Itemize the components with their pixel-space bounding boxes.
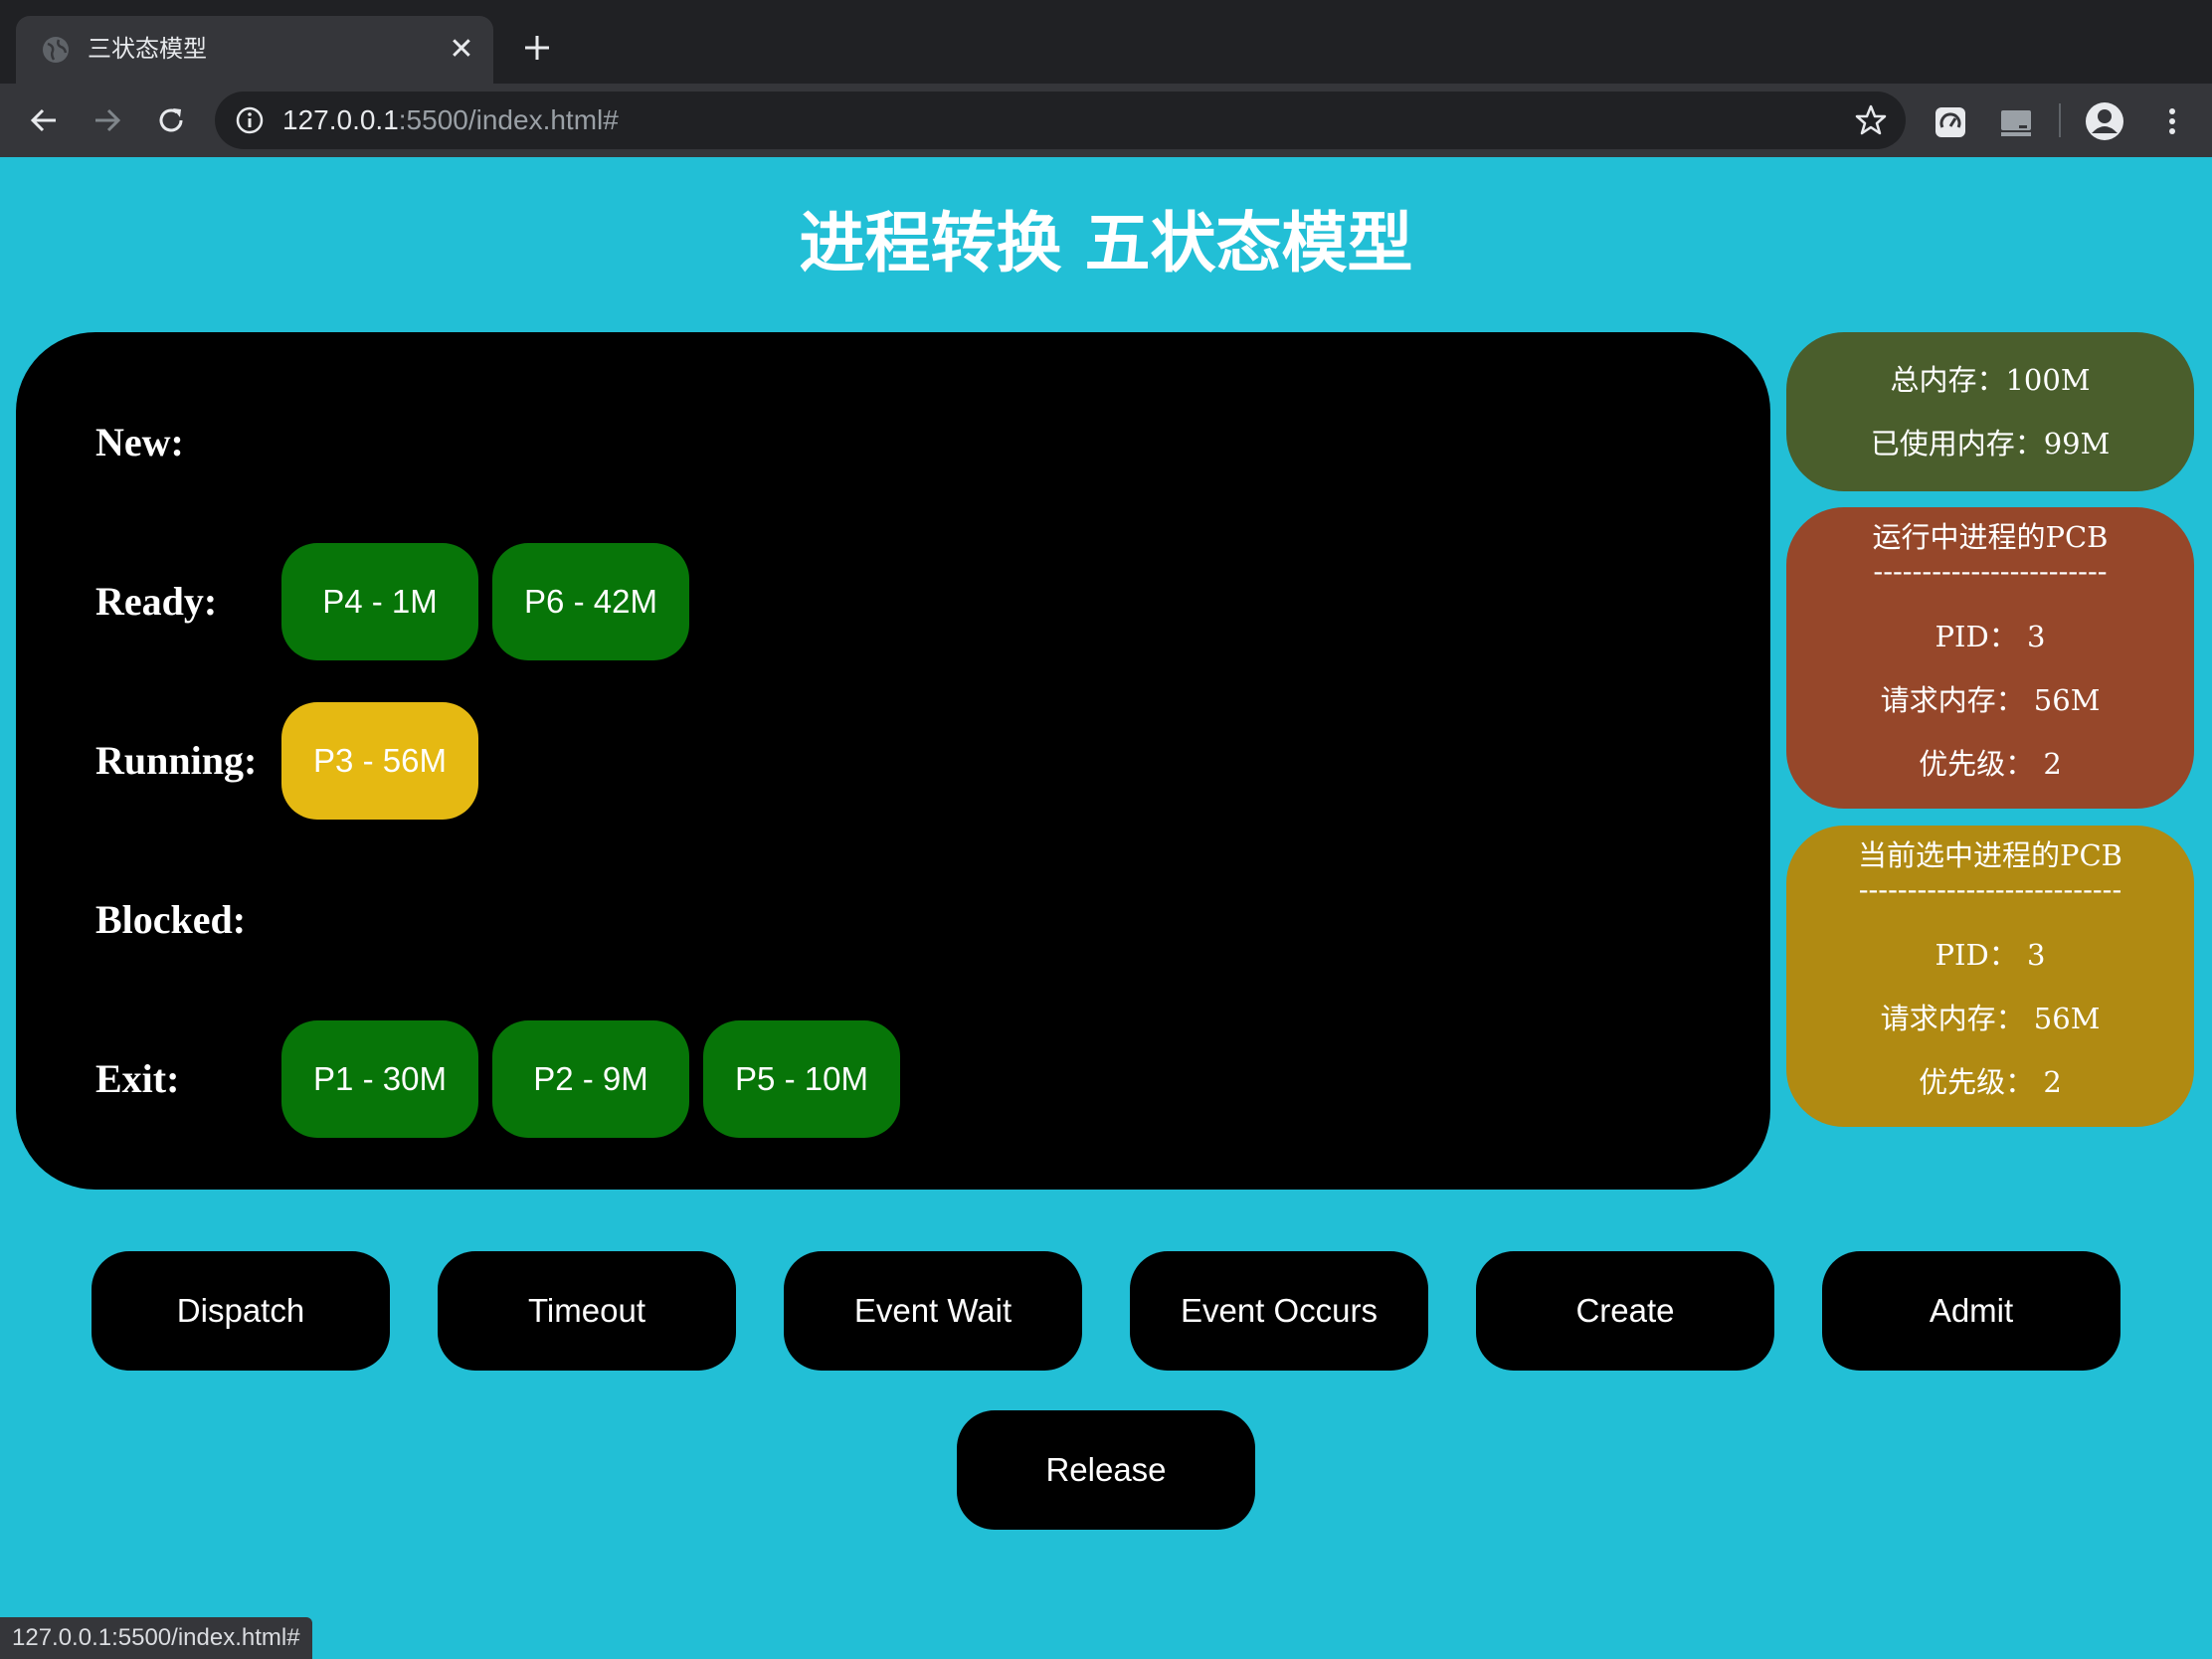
url-host: 127.0.0.1 bbox=[282, 104, 399, 135]
used-memory: 已使用内存：99M bbox=[1870, 427, 2111, 461]
state-label-new: New: bbox=[95, 420, 184, 464]
cast-extension-icon[interactable] bbox=[1999, 105, 2033, 139]
dispatch-button[interactable]: Dispatch bbox=[92, 1251, 390, 1371]
running-pcb-memory: 请求内存： 56M bbox=[1880, 683, 2101, 717]
timeout-button[interactable]: Timeout bbox=[438, 1251, 736, 1371]
total-memory: 总内存：100M bbox=[1890, 363, 2091, 397]
kebab-menu-icon[interactable] bbox=[2154, 103, 2190, 139]
back-arrow-icon[interactable] bbox=[26, 102, 62, 138]
process-p4[interactable]: P4 - 1M bbox=[281, 543, 478, 660]
memory-card: 总内存：100M 已使用内存：99M bbox=[1786, 332, 2194, 491]
process-p3[interactable]: P3 - 56M bbox=[281, 702, 478, 820]
close-tab-icon[interactable]: ✕ bbox=[446, 34, 477, 66]
state-label-running: Running: bbox=[95, 738, 258, 783]
state-label-blocked: Blocked: bbox=[95, 897, 247, 942]
release-button[interactable]: Release bbox=[957, 1410, 1255, 1530]
selected-pcb-memory: 请求内存： 56M bbox=[1880, 1002, 2101, 1035]
address-bar[interactable]: 127.0.0.1:5500/index.html# bbox=[215, 92, 1906, 149]
selected-pcb-card: 当前选中进程的PCB --------------------------- P… bbox=[1786, 826, 2194, 1127]
info-icon[interactable] bbox=[235, 105, 265, 135]
running-pcb-priority: 优先级： 2 bbox=[1919, 747, 2062, 781]
running-pcb-divider: ------------------------ bbox=[1873, 554, 2108, 588]
event-occurs-button[interactable]: Event Occurs bbox=[1130, 1251, 1428, 1371]
create-button[interactable]: Create bbox=[1476, 1251, 1774, 1371]
browser-tab[interactable]: 三状态模型 ✕ bbox=[16, 16, 493, 84]
tab-title: 三状态模型 bbox=[88, 35, 207, 63]
process-p5[interactable]: P5 - 10M bbox=[703, 1020, 900, 1138]
reload-icon[interactable] bbox=[153, 102, 189, 138]
running-pcb-card: 运行中进程的PCB ------------------------ PID： … bbox=[1786, 507, 2194, 809]
state-panel: New: Ready: P4 - 1M P6 - 42M Running: P3… bbox=[16, 332, 1770, 1190]
admit-button[interactable]: Admit bbox=[1822, 1251, 2120, 1371]
selected-pcb-divider: --------------------------- bbox=[1858, 872, 2122, 906]
browser-tab-bar: 三状态模型 ✕ bbox=[0, 0, 2212, 84]
toolbar-separator bbox=[2059, 103, 2061, 137]
selected-pcb-priority: 优先级： 2 bbox=[1919, 1065, 2062, 1099]
process-p6[interactable]: P6 - 42M bbox=[492, 543, 689, 660]
process-p2[interactable]: P2 - 9M bbox=[492, 1020, 689, 1138]
state-label-ready: Ready: bbox=[95, 579, 218, 624]
speed-extension-icon[interactable] bbox=[1934, 105, 1967, 139]
process-p1[interactable]: P1 - 30M bbox=[281, 1020, 478, 1138]
profile-avatar-icon[interactable] bbox=[2085, 101, 2124, 141]
state-label-exit: Exit: bbox=[95, 1056, 180, 1101]
event-wait-button[interactable]: Event Wait bbox=[784, 1251, 1082, 1371]
selected-pcb-pid: PID： 3 bbox=[1935, 938, 2046, 972]
running-pcb-pid: PID： 3 bbox=[1935, 620, 2046, 653]
globe-icon bbox=[43, 37, 69, 63]
browser-toolbar: 127.0.0.1:5500/index.html# bbox=[0, 84, 2212, 157]
forward-arrow-icon[interactable] bbox=[90, 102, 125, 138]
url-path: :5500/index.html# bbox=[398, 104, 619, 135]
bookmark-star-icon[interactable] bbox=[1854, 103, 1888, 137]
status-bar-url: 127.0.0.1:5500/index.html# bbox=[0, 1617, 312, 1659]
page-title: 进程转换 五状态模型 bbox=[799, 205, 1413, 281]
url-text: 127.0.0.1:5500/index.html# bbox=[282, 103, 619, 137]
new-tab-icon[interactable] bbox=[519, 30, 555, 66]
